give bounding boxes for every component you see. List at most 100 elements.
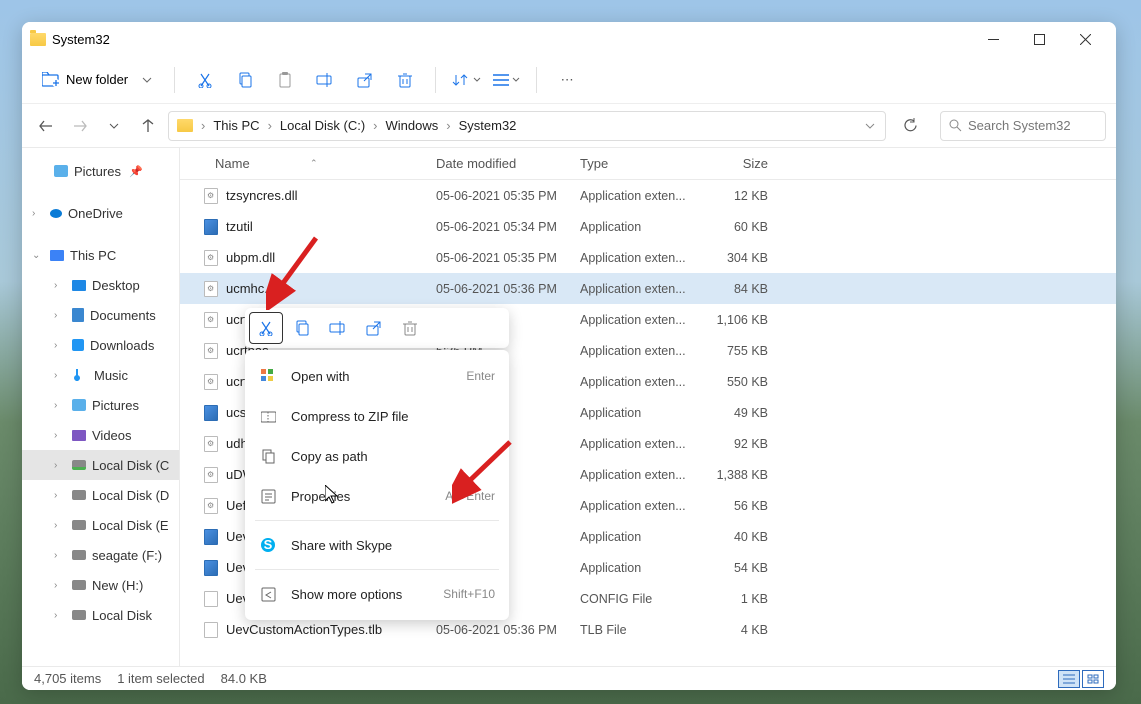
paste-button[interactable] bbox=[267, 62, 303, 98]
file-type: Application exten... bbox=[580, 313, 700, 327]
file-icon bbox=[204, 405, 218, 421]
file-row[interactable]: tzsyncres.dll05-06-2021 05:35 PMApplicat… bbox=[180, 180, 1116, 211]
file-size: 12 KB bbox=[700, 189, 776, 203]
minimize-button[interactable] bbox=[970, 24, 1016, 54]
chevron-down-icon[interactable] bbox=[865, 123, 881, 129]
menu-copy-path[interactable]: Copy as path bbox=[245, 436, 509, 476]
column-date[interactable]: Date modified bbox=[436, 156, 580, 171]
titlebar: System32 bbox=[22, 22, 1116, 56]
properties-icon bbox=[259, 487, 277, 505]
file-explorer-window: System32 New folder ⋯ › bbox=[22, 22, 1116, 690]
delete-button[interactable] bbox=[393, 312, 427, 344]
downloads-icon bbox=[72, 339, 84, 351]
recent-button[interactable] bbox=[100, 112, 128, 140]
menu-properties[interactable]: Properties Alt+Enter bbox=[245, 476, 509, 516]
file-name: tzutil bbox=[226, 219, 253, 234]
new-folder-label: New folder bbox=[66, 72, 128, 87]
breadcrumb-item[interactable]: Windows bbox=[382, 118, 443, 133]
column-name[interactable]: Name⌃ bbox=[180, 156, 436, 171]
view-toggle bbox=[1058, 670, 1104, 688]
sidebar-item-disk-e[interactable]: ›Local Disk (E bbox=[22, 510, 179, 540]
icons-view-button[interactable] bbox=[1082, 670, 1104, 688]
sidebar-item-onedrive[interactable]: ›OneDrive bbox=[22, 198, 179, 228]
sort-button[interactable] bbox=[448, 62, 484, 98]
sidebar-item-downloads[interactable]: ›Downloads bbox=[22, 330, 179, 360]
pictures-icon bbox=[54, 165, 68, 177]
file-size: 54 KB bbox=[700, 561, 776, 575]
cut-button[interactable] bbox=[249, 312, 283, 344]
file-size: 92 KB bbox=[700, 437, 776, 451]
view-button[interactable] bbox=[488, 62, 524, 98]
more-button[interactable]: ⋯ bbox=[549, 62, 585, 98]
zip-icon bbox=[259, 407, 277, 425]
copy-button[interactable] bbox=[227, 62, 263, 98]
sidebar-item-desktop[interactable]: ›Desktop bbox=[22, 270, 179, 300]
file-size: 49 KB bbox=[700, 406, 776, 420]
close-button[interactable] bbox=[1062, 24, 1108, 54]
file-icon bbox=[204, 374, 218, 390]
sidebar-item-seagate[interactable]: ›seagate (F:) bbox=[22, 540, 179, 570]
column-size[interactable]: Size bbox=[700, 156, 776, 171]
back-button[interactable] bbox=[32, 112, 60, 140]
file-type: Application exten... bbox=[580, 251, 700, 265]
sidebar-item-new-h[interactable]: ›New (H:) bbox=[22, 570, 179, 600]
sidebar-item-videos[interactable]: ›Videos bbox=[22, 420, 179, 450]
file-row[interactable]: tzutil05-06-2021 05:34 PMApplication60 K… bbox=[180, 211, 1116, 242]
share-button[interactable] bbox=[347, 62, 383, 98]
chevron-right-icon: › bbox=[199, 118, 207, 133]
menu-compress[interactable]: Compress to ZIP file bbox=[245, 396, 509, 436]
file-icon bbox=[204, 591, 218, 607]
chevron-right-icon: › bbox=[54, 610, 66, 621]
onedrive-icon bbox=[50, 209, 62, 218]
search-input[interactable]: Search System32 bbox=[940, 111, 1106, 141]
sidebar-item-music[interactable]: ›Music bbox=[22, 360, 179, 390]
content-area: Pictures📌 ›OneDrive ⌄This PC ›Desktop ›D… bbox=[22, 148, 1116, 666]
file-size: 755 KB bbox=[700, 344, 776, 358]
disk-icon bbox=[72, 610, 86, 620]
chevron-right-icon: › bbox=[54, 340, 66, 351]
sidebar-item-pictures[interactable]: ›Pictures bbox=[22, 390, 179, 420]
menu-more-options[interactable]: Show more options Shift+F10 bbox=[245, 574, 509, 614]
cursor-icon bbox=[325, 485, 341, 505]
up-button[interactable] bbox=[134, 112, 162, 140]
chevron-right-icon: › bbox=[266, 118, 274, 133]
sidebar-item-pictures[interactable]: Pictures📌 bbox=[22, 156, 179, 186]
new-folder-button[interactable]: New folder bbox=[32, 67, 162, 92]
cut-button[interactable] bbox=[187, 62, 223, 98]
forward-button[interactable] bbox=[66, 112, 94, 140]
file-size: 4 KB bbox=[700, 623, 776, 637]
context-action-bar bbox=[245, 308, 509, 348]
menu-share-skype[interactable]: S Share with Skype bbox=[245, 525, 509, 565]
rename-button[interactable] bbox=[307, 62, 343, 98]
sidebar-item-disk[interactable]: ›Local Disk bbox=[22, 600, 179, 630]
sidebar-item-thispc[interactable]: ⌄This PC bbox=[22, 240, 179, 270]
file-type: Application exten... bbox=[580, 189, 700, 203]
sidebar-item-documents[interactable]: ›Documents bbox=[22, 300, 179, 330]
breadcrumb[interactable]: › This PC › Local Disk (C:) › Windows › … bbox=[168, 111, 886, 141]
menu-open-with[interactable]: Open with Enter bbox=[245, 356, 509, 396]
documents-icon bbox=[72, 308, 84, 322]
file-icon bbox=[204, 529, 218, 545]
details-view-button[interactable] bbox=[1058, 670, 1080, 688]
rename-button[interactable] bbox=[321, 312, 355, 344]
share-button[interactable] bbox=[357, 312, 391, 344]
copy-button[interactable] bbox=[285, 312, 319, 344]
sidebar-item-disk-c[interactable]: ›Local Disk (C bbox=[22, 450, 179, 480]
file-type: Application exten... bbox=[580, 499, 700, 513]
addressbar: › This PC › Local Disk (C:) › Windows › … bbox=[22, 104, 1116, 148]
column-headers: Name⌃ Date modified Type Size bbox=[180, 148, 1116, 180]
file-row[interactable]: ucmhc.dll05-06-2021 05:36 PMApplication … bbox=[180, 273, 1116, 304]
maximize-button[interactable] bbox=[1016, 24, 1062, 54]
file-row[interactable]: ubpm.dll05-06-2021 05:35 PMApplication e… bbox=[180, 242, 1116, 273]
sidebar-item-disk-d[interactable]: ›Local Disk (D bbox=[22, 480, 179, 510]
breadcrumb-item[interactable]: System32 bbox=[455, 118, 521, 133]
file-type: CONFIG File bbox=[580, 592, 700, 606]
divider bbox=[536, 67, 537, 93]
breadcrumb-item[interactable]: This PC bbox=[209, 118, 263, 133]
disk-icon bbox=[72, 460, 86, 470]
refresh-button[interactable] bbox=[896, 112, 924, 140]
file-size: 40 KB bbox=[700, 530, 776, 544]
breadcrumb-item[interactable]: Local Disk (C:) bbox=[276, 118, 369, 133]
column-type[interactable]: Type bbox=[580, 156, 700, 171]
delete-button[interactable] bbox=[387, 62, 423, 98]
